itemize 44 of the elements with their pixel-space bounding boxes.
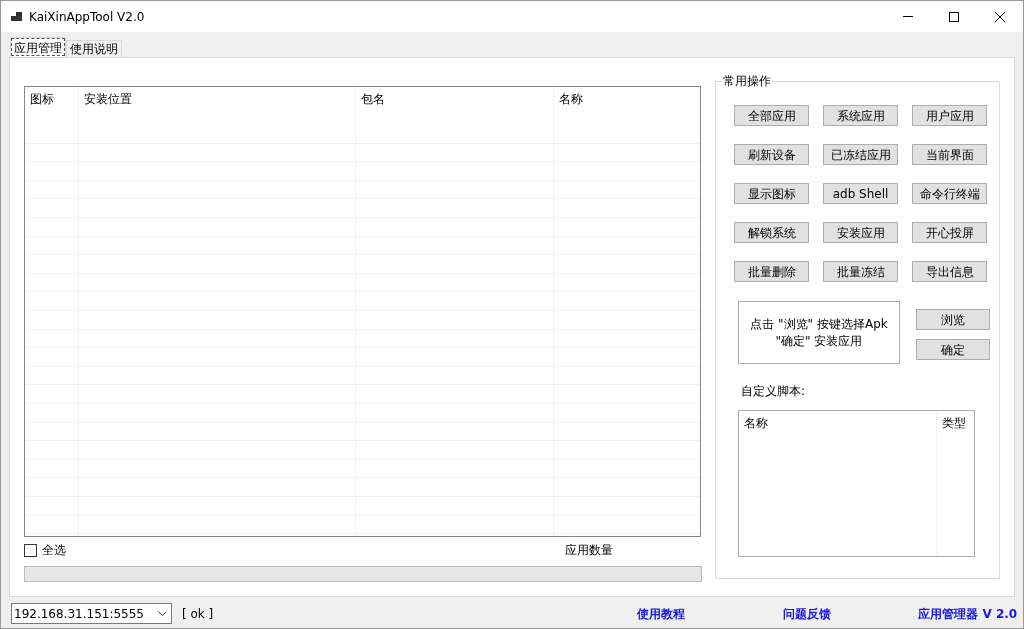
status-text: [ ok ] — [182, 605, 214, 623]
column-header[interactable]: 图标 — [25, 87, 78, 125]
column-header[interactable]: 名称 — [739, 411, 936, 431]
feedback-link[interactable]: 问题反馈 — [783, 604, 832, 623]
confirm-button[interactable]: 确定 — [916, 339, 990, 360]
device-dropdown[interactable]: 192.168.31.151:5555 — [11, 603, 172, 624]
column-header[interactable]: 名称 — [554, 87, 700, 125]
action-button[interactable]: 刷新设备 — [734, 144, 809, 165]
tab[interactable]: 应用管理 — [10, 37, 66, 57]
action-button[interactable]: adb Shell — [823, 183, 898, 204]
browse-button[interactable]: 浏览 — [916, 309, 990, 330]
action-button[interactable]: 命令行终端 — [912, 183, 987, 204]
action-button[interactable]: 批量冻结 — [823, 261, 898, 282]
app-count-label: 应用数量 — [565, 542, 613, 559]
action-button[interactable]: 当前界面 — [912, 144, 987, 165]
app-list[interactable]: 图标 安装位置 包名 名称 — [24, 86, 701, 537]
select-all-checkbox[interactable] — [24, 543, 37, 557]
action-button[interactable]: 系统应用 — [823, 105, 898, 126]
action-button[interactable]: 解锁系统 — [734, 222, 809, 243]
install-hint: 点击 "浏览" 按键选择Apk "确定" 安装应用 — [738, 301, 900, 364]
app-icon — [11, 11, 23, 22]
checkbox-label: 全选 — [42, 542, 66, 559]
chevron-down-icon — [158, 611, 167, 616]
action-button[interactable]: 用户应用 — [912, 105, 987, 126]
maximize-icon — [949, 11, 959, 22]
column-header[interactable]: 类型 — [937, 411, 974, 431]
action-button[interactable]: 显示图标 — [734, 183, 809, 204]
script-list[interactable]: 名称 类型 — [738, 410, 975, 557]
action-button[interactable]: 安装应用 — [823, 222, 898, 243]
minimize-icon — [903, 16, 913, 17]
window-title: KaiXinAppTool V2.0 — [29, 8, 145, 26]
action-button[interactable]: 导出信息 — [912, 261, 987, 282]
tutorial-link[interactable]: 使用教程 — [637, 604, 686, 623]
version-link[interactable]: 应用管理器 V 2.0 — [918, 604, 1018, 623]
column-header[interactable]: 安装位置 — [79, 87, 355, 125]
action-button[interactable]: 批量删除 — [734, 261, 809, 282]
group-title: 常用操作 — [722, 74, 772, 88]
column-header[interactable]: 包名 — [356, 87, 553, 125]
action-button[interactable]: 全部应用 — [734, 105, 809, 126]
tab[interactable]: 使用说明 — [66, 40, 122, 57]
action-button[interactable]: 开心投屏 — [912, 222, 987, 243]
action-button[interactable]: 已冻结应用 — [823, 144, 898, 165]
script-label: 自定义脚本: — [741, 383, 807, 400]
close-icon — [995, 11, 1005, 22]
